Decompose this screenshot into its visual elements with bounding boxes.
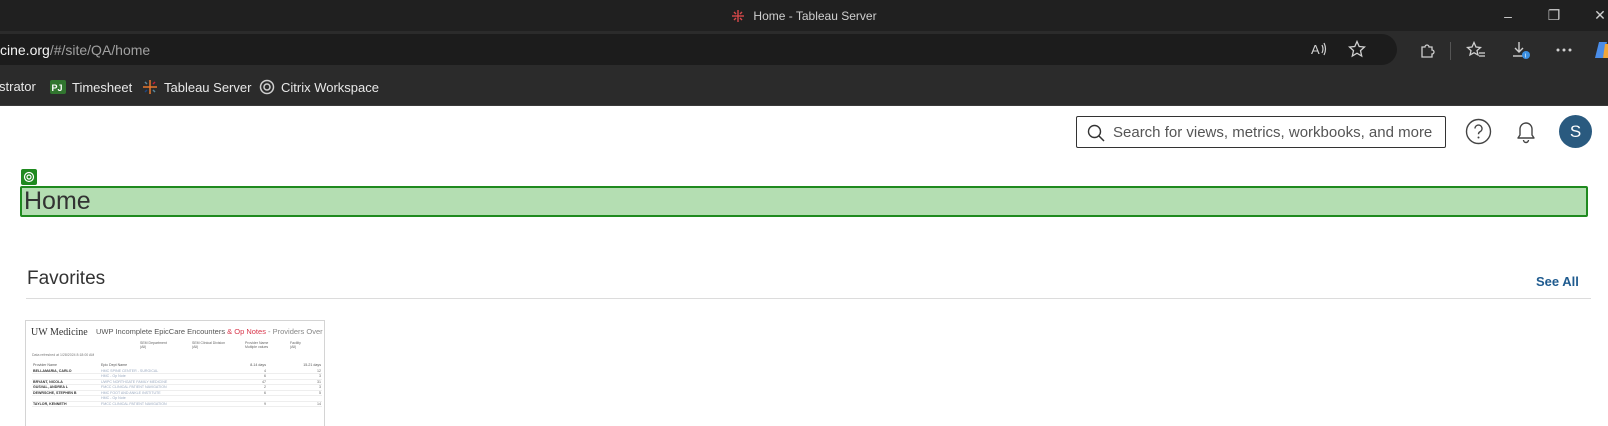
minimize-button[interactable]: –	[1485, 0, 1531, 31]
page-title-focus-highlight: Home	[20, 186, 1588, 217]
window-title: Home - Tableau Server	[0, 9, 1608, 23]
thumbnail-title: UWP Incomplete EpicCare Encounters & Op …	[96, 327, 325, 336]
window-title-text: Home - Tableau Server	[753, 9, 877, 23]
bookmark-label: Citrix Workspace	[281, 79, 380, 95]
address-bar[interactable]: cine.org/#/site/QA/home A	[0, 34, 1397, 65]
thumbnail-filter: Facility (All)	[290, 341, 301, 349]
search-box[interactable]	[1076, 116, 1446, 148]
filter-value: Multiple values	[245, 345, 269, 349]
search-icon	[1087, 124, 1105, 142]
thumbnail-table: Provider Name Epic Dept Name 8-14 days 1…	[32, 362, 322, 407]
thumbnail-filter: SEM Department (All)	[140, 341, 167, 349]
accessibility-focus-icon	[21, 169, 37, 185]
restore-button[interactable]: ❐	[1531, 0, 1577, 31]
bookmark-item[interactable]: strator	[0, 79, 36, 94]
bookmark-item-timesheet[interactable]: PJ Timesheet	[50, 79, 132, 95]
thumbnail-refresh-text: Data refreshed at 1/28/2024 8:18:00 AM	[32, 353, 95, 357]
thumbnail-logo: UW Medicine	[31, 327, 88, 338]
minimize-icon: –	[1504, 7, 1512, 24]
url-domain: cine.org	[0, 42, 50, 58]
restore-icon: ❐	[1547, 7, 1561, 23]
avatar-initial: S	[1569, 121, 1582, 141]
citrix-icon	[259, 79, 275, 95]
close-button[interactable]: ✕	[1577, 0, 1608, 31]
table-cell: 9	[212, 401, 267, 407]
filter-value: (All)	[192, 345, 199, 349]
svg-text:PJ: PJ	[52, 83, 63, 93]
user-avatar[interactable]: S	[1559, 115, 1592, 148]
address-toolbar: cine.org/#/site/QA/home A i	[0, 31, 1608, 69]
copilot-icon[interactable]	[1590, 36, 1608, 64]
help-icon[interactable]	[1465, 118, 1492, 145]
favorites-divider	[26, 298, 1591, 299]
see-all-favorites-link[interactable]: See All	[1536, 274, 1579, 289]
toolbar-divider	[1450, 42, 1451, 60]
thumbnail-title-suffix: - Providers Over 7	[265, 327, 325, 336]
thumbnail-title-main: UWP Incomplete EpicCare Encounters	[96, 327, 228, 336]
svg-text:A: A	[1311, 42, 1320, 57]
search-input[interactable]	[1113, 121, 1438, 143]
table-row: TAYLOR, KENNETH FMCC CLINICAL PATIENT NAV…	[32, 401, 322, 407]
bookmark-label: strator	[0, 79, 36, 94]
table-cell: 14	[267, 401, 322, 407]
bookmark-item-tableau-server[interactable]: Tableau Server	[142, 79, 251, 95]
close-icon: ✕	[1594, 7, 1606, 23]
url-path: /#/site/QA/home	[49, 42, 151, 58]
filter-value: (All)	[290, 345, 297, 349]
bookmark-item-citrix-workspace[interactable]: Citrix Workspace	[259, 79, 379, 95]
tableau-icon	[142, 79, 158, 95]
more-icon[interactable]	[1550, 36, 1578, 64]
table-cell: TAYLOR, KENNETH	[32, 401, 100, 407]
svg-text:i: i	[1525, 54, 1526, 60]
favorites-heading: Favorites	[27, 268, 106, 289]
page-title: Home	[24, 187, 91, 215]
thumbnail-filter: SEM Clinical Division (All)	[192, 341, 225, 349]
extensions-icon[interactable]	[1413, 36, 1441, 64]
bookmarks-bar: strator PJ Timesheet Tableau Server Citr…	[0, 69, 1608, 106]
notifications-bell-icon[interactable]	[1513, 118, 1539, 145]
pj-icon: PJ	[50, 79, 66, 95]
favorite-view-thumbnail[interactable]: UW Medicine UWP Incomplete EpicCare Enco…	[25, 320, 325, 426]
favorites-icon[interactable]	[1462, 36, 1490, 64]
browser-title-bar: Home - Tableau Server – ❐ ✕	[0, 0, 1608, 31]
favorite-star-icon[interactable]	[1343, 35, 1371, 63]
table-cell: FMCC CLINICAL PATIENT NAVIGATION	[100, 401, 212, 407]
thumbnail-title-highlight: & Op Notes	[227, 327, 266, 336]
bookmark-label: Timesheet	[72, 79, 133, 95]
thumbnail-filter: Provider Name Multiple values	[245, 341, 268, 349]
downloads-icon[interactable]: i	[1507, 36, 1535, 64]
read-aloud-icon[interactable]: A	[1305, 35, 1333, 63]
filter-value: (All)	[140, 345, 147, 349]
tableau-icon	[731, 9, 745, 23]
bookmark-label: Tableau Server	[164, 79, 252, 95]
url-text[interactable]: cine.org/#/site/QA/home	[0, 42, 150, 58]
